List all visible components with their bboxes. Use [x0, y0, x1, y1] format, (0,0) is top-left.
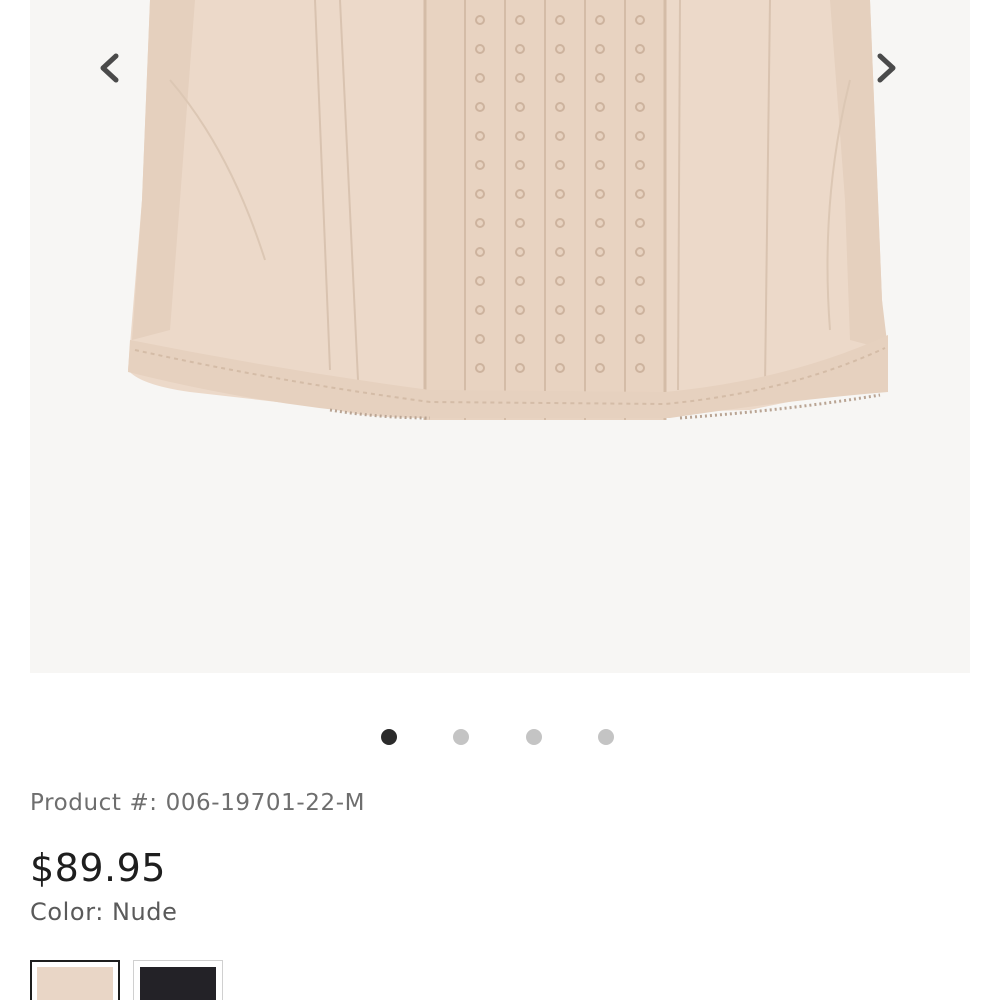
selected-color: Color: Nude	[30, 898, 178, 926]
carousel-dot-1[interactable]	[381, 729, 397, 745]
product-image	[30, 0, 970, 673]
product-number: Product #: 006-19701-22-M	[30, 790, 365, 816]
product-image-gallery	[30, 0, 970, 673]
swatch-fill-nude	[37, 967, 113, 1000]
carousel-dot-3[interactable]	[526, 729, 542, 745]
product-page: Product #: 006-19701-22-M $89.95 Color: N…	[0, 0, 1000, 1000]
carousel-dot-2[interactable]	[453, 729, 469, 745]
product-price: $89.95	[30, 846, 166, 890]
carousel-pagination	[0, 729, 1000, 749]
chevron-left-icon	[100, 53, 119, 83]
color-label: Color:	[30, 898, 104, 926]
color-swatch-nude[interactable]	[30, 960, 120, 1000]
chevron-right-icon	[877, 53, 896, 83]
product-number-value: 006-19701-22-M	[165, 790, 366, 816]
previous-image-button[interactable]	[80, 38, 140, 98]
product-number-label: Product #:	[30, 790, 158, 816]
color-value: Nude	[111, 898, 178, 926]
next-image-button[interactable]	[856, 38, 916, 98]
color-swatch-black[interactable]	[133, 960, 223, 1000]
swatch-fill-black	[140, 967, 216, 1000]
carousel-dot-4[interactable]	[598, 729, 614, 745]
